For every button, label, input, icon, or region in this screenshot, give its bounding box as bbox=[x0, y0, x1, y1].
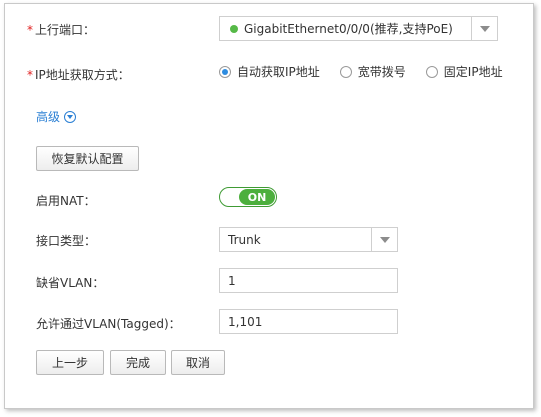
required-mark: * bbox=[27, 23, 33, 37]
uplink-port-label: * 上行端口： bbox=[27, 23, 96, 37]
finish-button[interactable]: 完成 bbox=[110, 350, 166, 375]
cancel-button[interactable]: 取消 bbox=[171, 350, 225, 375]
chevron-down-icon bbox=[479, 25, 490, 32]
uplink-port-select[interactable]: GigabitEthernet0/0/0(推荐,支持PoE) bbox=[219, 16, 498, 41]
port-type-select[interactable]: Trunk bbox=[219, 227, 398, 252]
default-vlan-input[interactable]: 1 bbox=[219, 268, 398, 293]
radio-checked-icon bbox=[219, 65, 231, 78]
dropdown-arrow-button[interactable] bbox=[371, 228, 397, 251]
radio-dhcp[interactable]: 自动获取IP地址 bbox=[219, 63, 320, 80]
port-type-label: 接口类型： bbox=[36, 234, 97, 248]
radio-static[interactable]: 固定IP地址 bbox=[425, 63, 503, 80]
required-mark: * bbox=[27, 68, 33, 82]
radio-unchecked-icon bbox=[425, 65, 438, 78]
wizard-panel: * 上行端口： GigabitEthernet0/0/0(推荐,支持PoE) * I… bbox=[4, 3, 534, 409]
chevron-down-icon bbox=[379, 236, 390, 243]
default-vlan-label: 缺省VLAN： bbox=[36, 276, 105, 290]
toggle-on-indicator: ON bbox=[239, 189, 275, 205]
port-type-value: Trunk bbox=[228, 232, 261, 247]
allowed-vlan-label: 允许通过VLAN(Tagged)： bbox=[36, 317, 181, 331]
radio-unchecked-icon bbox=[339, 65, 352, 78]
advanced-toggle-link[interactable]: 高级 bbox=[36, 108, 77, 125]
restore-default-button[interactable]: 恢复默认配置 bbox=[36, 146, 139, 171]
expand-chevron-icon bbox=[64, 110, 77, 123]
radio-pppoe[interactable]: 宽带拨号 bbox=[339, 63, 406, 80]
uplink-port-value: GigabitEthernet0/0/0(推荐,支持PoE) bbox=[244, 22, 453, 36]
nat-label: 启用NAT： bbox=[36, 194, 96, 208]
ip-mode-radio-group: 自动获取IP地址 宽带拨号 固定IP地址 bbox=[219, 63, 523, 80]
nat-toggle[interactable]: ON bbox=[219, 187, 277, 207]
dropdown-arrow-button[interactable] bbox=[471, 17, 497, 40]
ip-mode-label: * IP地址获取方式： bbox=[27, 68, 130, 82]
allowed-vlan-input[interactable]: 1,101 bbox=[219, 309, 398, 334]
previous-button[interactable]: 上一步 bbox=[36, 350, 104, 375]
